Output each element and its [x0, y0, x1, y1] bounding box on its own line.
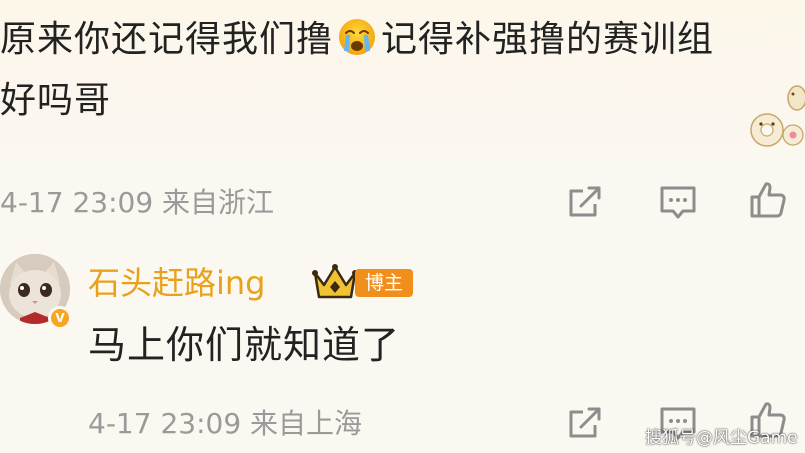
verified-badge-icon: V [48, 306, 72, 330]
reply-time: 4-17 23:09 [88, 407, 242, 440]
sticker-icon [750, 85, 805, 147]
comment-location: 来自浙江 [162, 186, 275, 219]
crying-face-icon [339, 19, 376, 55]
comment-time: 4-17 23:09 [0, 186, 154, 219]
comment-text-line-2: 好吗哥 [0, 80, 112, 121]
reply-share-icon[interactable] [565, 403, 605, 443]
blogger-badge: 博主 [355, 269, 414, 297]
comment-text-line-1: 原来你还记得我们撸 记得补强撸的赛训组 [0, 19, 715, 60]
watermark: 搜狐号@风尘Game [645, 428, 798, 448]
reply-location: 来自上海 [250, 407, 363, 440]
share-icon[interactable] [565, 182, 605, 222]
reply-username[interactable]: 石头赶路ing [88, 258, 266, 304]
comment-meta: 4-17 23:09 来自浙江 [0, 181, 274, 221]
reply-meta: 4-17 23:09 来自上海 [88, 402, 362, 442]
comment-icon[interactable] [658, 182, 698, 222]
like-icon[interactable] [748, 180, 788, 220]
crown-icon [312, 264, 358, 299]
reply-text: 马上你们就知道了 [88, 323, 401, 367]
